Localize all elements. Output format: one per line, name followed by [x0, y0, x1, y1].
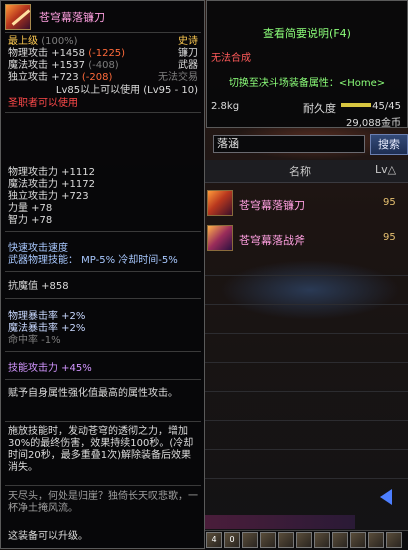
- tooltip-header: 苍穹幕落镰刀: [1, 1, 204, 31]
- divider: [5, 112, 201, 113]
- empty-list-row: [205, 304, 408, 334]
- scythe-icon: [5, 4, 31, 30]
- list-item[interactable]: 苍穹幕落战斧 95: [205, 223, 408, 255]
- stat-line: 物理攻击力 +1112: [8, 167, 96, 178]
- item-tooltip: 苍穹幕落镰刀 最上级 (100%) 史诗 物理攻击 +1458 (-1225) …: [0, 0, 205, 549]
- item-name: 苍穹幕落镰刀: [39, 11, 105, 24]
- stat-line: 魔法攻击力 +1172: [8, 179, 96, 190]
- stat-diff: (-208): [81, 72, 113, 83]
- skill-slot[interactable]: [260, 532, 276, 548]
- weapon-skill-text: 武器物理技能： MP-5% 冷却时间-5%: [8, 255, 178, 266]
- set-effect-description: 施放技能时，发动苍穹的透彻之力，增加30%的最终伤害，效果持续100秒。(冷却时…: [8, 426, 194, 473]
- durability-bar: [341, 103, 371, 107]
- element-description: 赋予自身属性强化值最高的属性攻击。: [8, 388, 178, 399]
- rarity-label: 史诗: [178, 36, 198, 47]
- item-extra-panel: 查看简要说明(F4) 无法合成 切换至决斗场装备属性：<Home> 2.8kg …: [206, 0, 408, 129]
- list-item[interactable]: 苍穹幕落镰刀 95: [205, 188, 408, 220]
- stat-value: +1537: [51, 60, 86, 71]
- weight-text: 2.8kg: [211, 101, 240, 112]
- attack-speed-title: 快速攻击速度: [8, 243, 68, 254]
- list-header: 名称 Lv△: [205, 160, 408, 183]
- effect-strip: [205, 515, 355, 529]
- stat-value: +723: [51, 72, 79, 83]
- search-input[interactable]: 落涵: [213, 135, 365, 153]
- skill-attack-text: 技能攻击力 +45%: [8, 363, 92, 374]
- divider: [5, 231, 201, 232]
- crit-line: 物理暴击率 +2%: [8, 311, 86, 322]
- stat-label: 物理攻击: [8, 48, 48, 59]
- column-name-header[interactable]: 名称: [289, 163, 311, 179]
- weapon-category: 镰刀: [178, 48, 198, 59]
- trade-restriction: 无法交易: [158, 72, 198, 83]
- empty-list-row: [205, 333, 408, 363]
- cannot-synthesize-text: 无法合成: [211, 53, 251, 64]
- column-level-header[interactable]: Lv△: [375, 163, 396, 176]
- list-item-level: 95: [383, 232, 396, 243]
- empty-list-row: [205, 449, 408, 479]
- item-type: 武器: [178, 60, 198, 71]
- divider: [5, 421, 201, 422]
- class-requirement: 圣职者可以使用: [8, 98, 78, 109]
- battleaxe-icon: [207, 225, 233, 251]
- stat-label: 魔法攻击: [8, 60, 48, 71]
- skill-slot[interactable]: [242, 532, 258, 548]
- skill-hotbar: 40: [205, 530, 408, 550]
- skill-slot[interactable]: [386, 532, 402, 548]
- skill-slot[interactable]: 0: [224, 532, 240, 548]
- skill-slot[interactable]: [314, 532, 330, 548]
- skill-slot[interactable]: 4: [206, 532, 222, 548]
- list-item-level: 95: [383, 197, 396, 208]
- divider: [5, 271, 201, 272]
- base-stat-physical: 物理攻击 +1458 (-1225): [8, 48, 125, 60]
- view-brief-description-link[interactable]: 查看简要说明(F4): [207, 25, 407, 41]
- skill-slot[interactable]: [350, 532, 366, 548]
- stat-value: +1458: [51, 48, 86, 59]
- empty-list-row: [205, 391, 408, 421]
- magic-resist-text: 抗魔值 +858: [8, 281, 69, 292]
- stat-label: 独立攻击: [8, 72, 48, 83]
- list-item-name: 苍穹幕落镰刀: [239, 199, 305, 212]
- stat-line: 智力 +78: [8, 215, 53, 226]
- divider: [5, 298, 201, 299]
- stat-diff: (-1225): [88, 48, 126, 59]
- stat-diff: (-408): [88, 60, 119, 71]
- search-button[interactable]: 搜索: [370, 134, 408, 155]
- base-stat-independent: 独立攻击 +723 (-208): [8, 72, 112, 84]
- durability-value: 45/45: [372, 101, 401, 112]
- flavor-text: 天尽头，何处是归崖？独倚长天叹悲歌，一杯净土掩风流。: [8, 491, 198, 514]
- empty-list-row: [205, 362, 408, 392]
- divider: [5, 351, 201, 352]
- crit-line: 魔法暴击率 +2%: [8, 323, 86, 334]
- empty-list-row: [205, 275, 408, 305]
- upgrade-notice: 这装备可以升级。: [8, 531, 88, 542]
- stat-line: 独立攻击力 +723: [8, 191, 89, 202]
- divider: [5, 32, 201, 33]
- scroll-left-arrow-icon[interactable]: [380, 489, 392, 505]
- divider: [5, 485, 201, 486]
- price-text: 29,088金币: [346, 118, 401, 129]
- grade-text: 最上级: [8, 36, 38, 47]
- divider: [5, 379, 201, 380]
- scythe-icon: [207, 190, 233, 216]
- durability-label: 耐久度: [303, 102, 336, 115]
- skill-slot[interactable]: [368, 532, 384, 548]
- list-item-name: 苍穹幕落战斧: [239, 234, 305, 247]
- skill-slot[interactable]: [278, 532, 294, 548]
- stat-line: 力量 +78: [8, 203, 53, 214]
- skill-slot[interactable]: [332, 532, 348, 548]
- empty-list-row: [205, 420, 408, 450]
- skill-slot[interactable]: [296, 532, 312, 548]
- grade-percent: (100%): [41, 36, 78, 47]
- switch-pvp-attributes-link[interactable]: 切换至决斗场装备属性：<Home>: [207, 74, 407, 89]
- hit-rate-line: 命中率 -1%: [8, 335, 61, 346]
- level-requirement: Lv85以上可以使用 (Lv95 - 10): [55, 85, 198, 96]
- base-stat-magic: 魔法攻击 +1537 (-408): [8, 60, 119, 72]
- grade-label: 最上级 (100%): [8, 36, 78, 48]
